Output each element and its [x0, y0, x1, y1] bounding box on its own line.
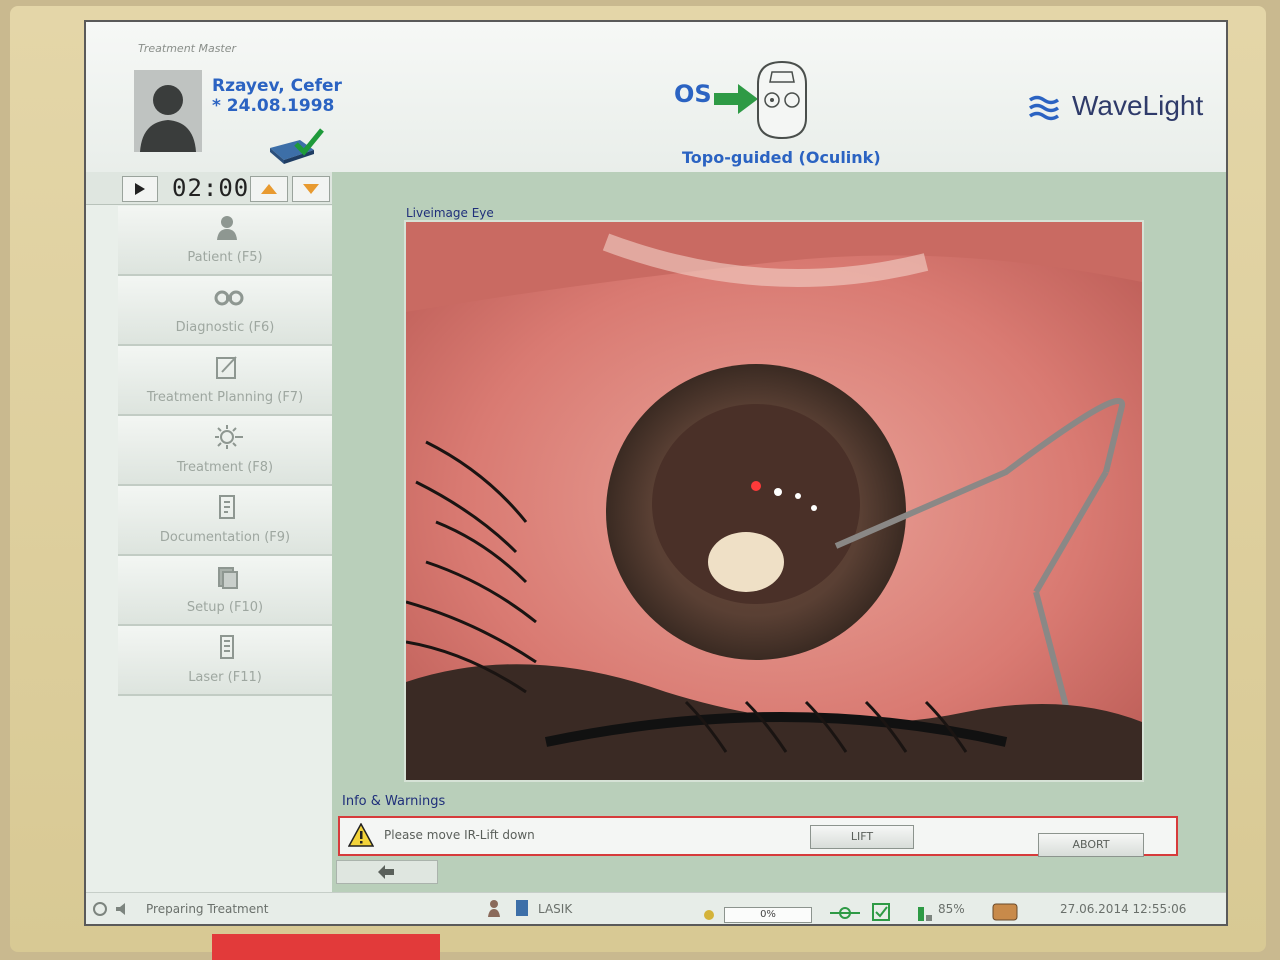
lift-button[interactable]: LIFT [810, 825, 914, 849]
abort-button[interactable]: ABORT [1038, 833, 1144, 857]
back-arrow-icon [378, 865, 394, 879]
timer-row: 02:00 [86, 172, 332, 205]
datetime: 27.06.2014 12:55:06 [1060, 902, 1187, 916]
nav-item-treatment-planning[interactable]: Treatment Planning (F7) [118, 346, 332, 416]
play-icon [135, 183, 145, 195]
red-sticker [212, 934, 440, 960]
play-button[interactable] [122, 176, 158, 202]
nav-label: Treatment (F8) [176, 460, 274, 475]
nav-label: Setup (F10) [186, 600, 264, 615]
nav-label: Patient (F5) [187, 250, 263, 265]
sound-icon[interactable] [114, 901, 130, 921]
setup-icon [214, 564, 240, 590]
tracker-icon [830, 905, 860, 924]
warning-icon [347, 822, 375, 847]
window-title: Treatment Master [138, 42, 237, 55]
header: Treatment Master Rzayev, Cefer * 24.08.1… [86, 22, 1226, 172]
checkbox-check-icon [872, 903, 890, 924]
time-up-button[interactable] [250, 176, 288, 202]
nav-label: Laser (F11) [188, 670, 262, 685]
diagnostic-icon [214, 284, 244, 310]
arrow-up-icon [261, 184, 277, 194]
nav-item-treatment[interactable]: Treatment (F8) [118, 416, 332, 486]
info-warnings-title: Info & Warnings [342, 794, 446, 809]
nav-label: Documentation (F9) [159, 530, 291, 545]
document-icon [514, 899, 530, 921]
arrow-down-icon [303, 184, 319, 194]
wavelight-logo-icon [1028, 94, 1060, 122]
users-icon [488, 899, 508, 921]
nav-item-documentation[interactable]: Documentation (F9) [118, 486, 332, 556]
status-text: Preparing Treatment [146, 902, 269, 916]
status-bar: Preparing Treatment LASIK 0% 85% 27.06.2… [86, 892, 1226, 924]
head-eyes-icon [750, 56, 814, 142]
nav-item-diagnostic[interactable]: Diagnostic (F6) [118, 276, 332, 346]
lamp-icon [702, 907, 716, 924]
cartridge-icon [992, 903, 1018, 924]
timer-display: 02:00 [172, 174, 250, 202]
warning-panel: Please move IR-Lift down LIFT ABORT [338, 816, 1178, 857]
progress-indicator: 0% [724, 907, 812, 923]
procedure-label: LASIK [538, 902, 573, 916]
nav-item-patient[interactable]: Patient (F5) [118, 206, 332, 276]
patient-name: Rzayev, Cefer [212, 76, 342, 96]
brand-name: WaveLight [1072, 90, 1204, 121]
nav-item-laser[interactable]: Laser (F11) [118, 626, 332, 696]
back-button[interactable] [336, 860, 438, 884]
power-icon[interactable] [92, 901, 108, 921]
battery-level: 85% [938, 902, 965, 916]
nav-label: Diagnostic (F6) [175, 320, 275, 335]
treatment-icon [214, 424, 243, 450]
nav-item-setup[interactable]: Setup (F10) [118, 556, 332, 626]
time-down-button[interactable] [292, 176, 330, 202]
warning-message: Please move IR-Lift down [384, 828, 535, 842]
planning-icon [214, 354, 240, 380]
live-image-eye [404, 220, 1144, 782]
card-reader-check-icon[interactable] [266, 126, 326, 166]
person-icon [214, 214, 240, 240]
sidebar: 02:00 Patient (F5) Diagnostic (F6) Treat… [86, 172, 332, 892]
treatment-mode-label: Topo-guided (Oculink) [682, 148, 881, 167]
documentation-icon [214, 494, 240, 520]
laser-icon [214, 634, 240, 660]
patient-dob: * 24.08.1998 [212, 96, 335, 116]
eye-camera-image [406, 222, 1142, 780]
avatar [134, 70, 202, 152]
app-screen: Treatment Master Rzayev, Cefer * 24.08.1… [84, 20, 1228, 926]
nav-label: Treatment Planning (F7) [146, 390, 304, 405]
live-image-title: Liveimage Eye [406, 206, 494, 220]
level-icon [916, 903, 934, 924]
eye-side-label: OS [674, 80, 712, 108]
